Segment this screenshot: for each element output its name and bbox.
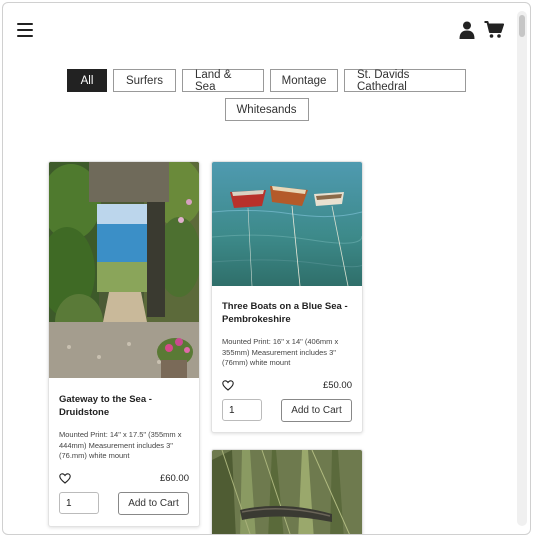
add-to-cart-button[interactable]: Add to Cart: [281, 399, 352, 422]
product-title: Gateway to the Sea - Druidstone: [59, 394, 152, 418]
product-image-gateway[interactable]: [49, 162, 199, 378]
wishlist-heart-icon[interactable]: [222, 380, 234, 391]
product-card-reeds[interactable]: [211, 449, 363, 534]
top-bar: [3, 3, 530, 53]
product-card-three-boats[interactable]: Three Boats on a Blue Sea - Pembrokeshir…: [211, 161, 363, 433]
add-to-cart-button[interactable]: Add to Cart: [118, 492, 189, 515]
category-filters: All Surfers Land & Sea Montage St. David…: [3, 69, 530, 127]
product-price: £50.00: [322, 380, 352, 391]
product-image-reeds[interactable]: [212, 450, 362, 534]
filter-row-1: All Surfers Land & Sea Montage St. David…: [3, 69, 530, 93]
app-frame: All Surfers Land & Sea Montage St. David…: [2, 2, 531, 535]
quantity-input[interactable]: [222, 399, 262, 421]
filter-surfers[interactable]: Surfers: [113, 69, 176, 92]
product-card-gateway[interactable]: Gateway to the Sea - Druidstone Mounted …: [48, 161, 200, 527]
filter-all[interactable]: All: [67, 69, 107, 92]
product-image-three-boats[interactable]: [212, 162, 362, 286]
product-description: Mounted Print: 16" x 14" (406mm x 355mm)…: [222, 337, 339, 367]
filter-st-davids-cathedral[interactable]: St. Davids Cathedral: [344, 69, 466, 93]
scrollbar-thumb[interactable]: [519, 15, 525, 37]
quantity-input[interactable]: [59, 492, 99, 514]
menu-icon[interactable]: [17, 23, 33, 37]
filter-row-2: Whitesands: [3, 98, 530, 121]
product-description: Mounted Print: 14" x 17.5" (355mm x 444m…: [59, 430, 182, 460]
filter-land-sea[interactable]: Land & Sea: [182, 69, 264, 93]
filter-montage[interactable]: Montage: [270, 69, 338, 92]
product-price: £60.00: [159, 473, 189, 484]
user-icon[interactable]: [459, 21, 475, 39]
cart-icon[interactable]: [484, 21, 504, 39]
product-title: Three Boats on a Blue Sea - Pembrokeshir…: [222, 301, 348, 325]
wishlist-heart-icon[interactable]: [59, 473, 71, 484]
filter-whitesands[interactable]: Whitesands: [224, 98, 309, 121]
